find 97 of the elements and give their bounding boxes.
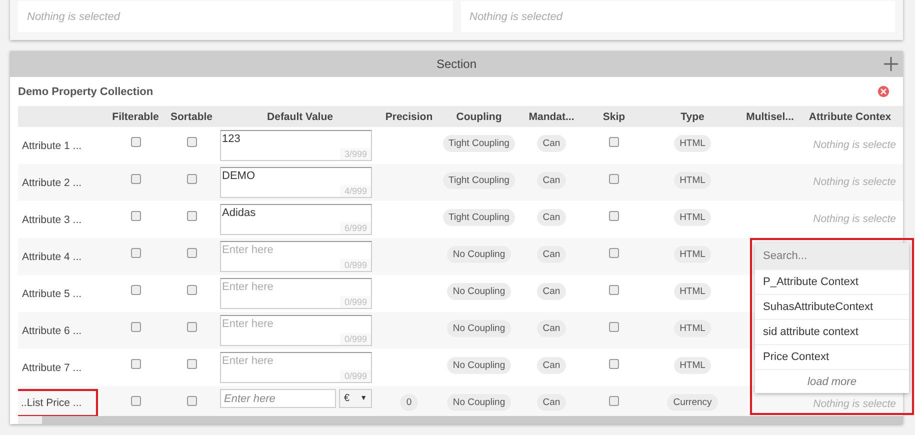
column-header: Skip bbox=[602, 110, 626, 122]
skip-checkbox[interactable] bbox=[609, 211, 619, 221]
skip-checkbox[interactable] bbox=[609, 322, 619, 332]
char-counter: 0/999 bbox=[340, 259, 371, 271]
precision-value: 0 bbox=[400, 394, 418, 411]
filterable-checkbox[interactable] bbox=[130, 137, 140, 147]
coupling-badge: No Coupling bbox=[446, 357, 512, 374]
attribute-name: Attribute 1 ... bbox=[21, 140, 83, 152]
coupling-badge: No Coupling bbox=[446, 246, 512, 263]
char-counter: 0/999 bbox=[340, 370, 371, 382]
select-field[interactable]: Nothing is selected bbox=[18, 1, 452, 32]
mandatory-badge: Can bbox=[536, 209, 566, 226]
skip-checkbox[interactable] bbox=[609, 359, 619, 369]
coupling-badge: No Coupling bbox=[446, 394, 512, 411]
sortable-checkbox[interactable] bbox=[186, 359, 196, 369]
dropdown-option[interactable]: Price Context bbox=[755, 344, 909, 369]
skip-checkbox[interactable] bbox=[609, 248, 619, 258]
input-field[interactable]: Enter here bbox=[220, 389, 336, 408]
sortable-checkbox[interactable] bbox=[186, 137, 196, 147]
column-header: Default Value bbox=[266, 110, 334, 122]
char-counter: 3/999 bbox=[340, 148, 371, 160]
dropdown-option[interactable]: sid attribute context bbox=[755, 319, 909, 344]
collection-title: Demo Property Collection bbox=[18, 86, 154, 98]
text-area[interactable]: Enter here 0/999 bbox=[220, 241, 372, 272]
filterable-checkbox[interactable] bbox=[130, 248, 140, 258]
attribute-name: Attribute 2 ... bbox=[21, 177, 83, 189]
coupling-badge: No Coupling bbox=[446, 283, 512, 300]
text-area[interactable]: Enter here 0/999 bbox=[220, 352, 372, 383]
context-select[interactable]: Nothing is selecte bbox=[800, 127, 900, 151]
mandatory-badge: Can bbox=[536, 394, 566, 411]
mandatory-badge: Can bbox=[536, 135, 566, 152]
dropdown-option[interactable]: SuhasAttributeContext bbox=[755, 294, 909, 319]
skip-checkbox[interactable] bbox=[609, 285, 619, 295]
column-header: Coupling bbox=[455, 110, 503, 122]
text-area[interactable]: 123 3/999 bbox=[220, 130, 372, 161]
filterable-checkbox[interactable] bbox=[130, 174, 140, 184]
mandatory-badge: Can bbox=[536, 357, 566, 374]
search-field[interactable]: Search... bbox=[755, 243, 909, 269]
mandatory-badge: Can bbox=[536, 320, 566, 337]
attribute-name: Attribute 3 ... bbox=[21, 214, 83, 226]
load-more-link[interactable]: load more bbox=[755, 369, 909, 393]
skip-checkbox[interactable] bbox=[609, 137, 619, 147]
type-badge: HTML bbox=[674, 209, 712, 226]
attribute-name: Attribute 4 ... bbox=[21, 251, 83, 263]
skip-checkbox[interactable] bbox=[609, 174, 619, 184]
sortable-checkbox[interactable] bbox=[186, 174, 196, 184]
mandatory-badge: Can bbox=[536, 172, 566, 189]
skip-checkbox[interactable] bbox=[609, 396, 619, 406]
coupling-badge: Tight Coupling bbox=[442, 172, 516, 189]
char-counter: 4/999 bbox=[340, 185, 371, 197]
sortable-checkbox[interactable] bbox=[186, 211, 196, 221]
sortable-checkbox[interactable] bbox=[186, 285, 196, 295]
filterable-checkbox[interactable] bbox=[130, 396, 140, 406]
scrollbar[interactable] bbox=[18, 416, 903, 424]
type-badge: HTML bbox=[674, 135, 712, 152]
sortable-checkbox[interactable] bbox=[186, 322, 196, 332]
dropdown-option[interactable]: P_Attribute Context bbox=[755, 269, 909, 294]
section-title: Section bbox=[436, 57, 477, 71]
filterable-checkbox[interactable] bbox=[130, 211, 140, 221]
column-header: Filterable bbox=[111, 110, 160, 122]
select-field[interactable]: Nothing is selected bbox=[460, 1, 895, 32]
char-counter: 0/999 bbox=[340, 333, 371, 345]
coupling-badge: No Coupling bbox=[446, 320, 512, 337]
char-counter: 6/999 bbox=[340, 222, 371, 234]
filterable-checkbox[interactable] bbox=[130, 285, 140, 295]
type-badge: HTML bbox=[674, 357, 712, 374]
close-icon[interactable] bbox=[878, 86, 889, 97]
coupling-badge: Tight Coupling bbox=[442, 135, 516, 152]
text-area[interactable]: Adidas 6/999 bbox=[220, 204, 372, 235]
text-area[interactable]: Enter here 0/999 bbox=[220, 315, 372, 346]
attribute-name: Attribute 5 ... bbox=[21, 288, 83, 300]
attribute-name: Attribute 7 ... bbox=[21, 362, 83, 374]
coupling-badge: Tight Coupling bbox=[442, 209, 516, 226]
sortable-checkbox[interactable] bbox=[186, 396, 196, 406]
type-badge: HTML bbox=[674, 320, 712, 337]
type-badge: HTML bbox=[674, 246, 712, 263]
column-header: Sortable bbox=[169, 110, 214, 122]
char-counter: 0/999 bbox=[340, 296, 371, 308]
context-select[interactable]: Nothing is selecte bbox=[800, 201, 900, 225]
column-header: Attribute Contex bbox=[808, 110, 892, 122]
filterable-checkbox[interactable] bbox=[130, 322, 140, 332]
type-badge: Currency bbox=[667, 394, 718, 411]
sortable-checkbox[interactable] bbox=[186, 248, 196, 258]
context-select[interactable]: Nothing is selecte bbox=[800, 164, 900, 188]
mandatory-badge: Can bbox=[536, 246, 566, 263]
column-header: Type bbox=[680, 110, 706, 122]
mandatory-badge: Can bbox=[536, 283, 566, 300]
column-header: Multisel... bbox=[745, 110, 795, 122]
type-badge: HTML bbox=[674, 172, 712, 189]
filterable-checkbox[interactable] bbox=[130, 359, 140, 369]
add-icon[interactable] bbox=[883, 56, 899, 72]
text-area[interactable]: DEMO 4/999 bbox=[220, 167, 372, 198]
text-area[interactable]: Enter here 0/999 bbox=[220, 278, 372, 309]
attribute-name: Attribute 6 ... bbox=[21, 325, 83, 337]
type-badge: HTML bbox=[674, 283, 712, 300]
column-header: Precision bbox=[384, 110, 434, 122]
column-header: Mandat... bbox=[528, 110, 576, 122]
